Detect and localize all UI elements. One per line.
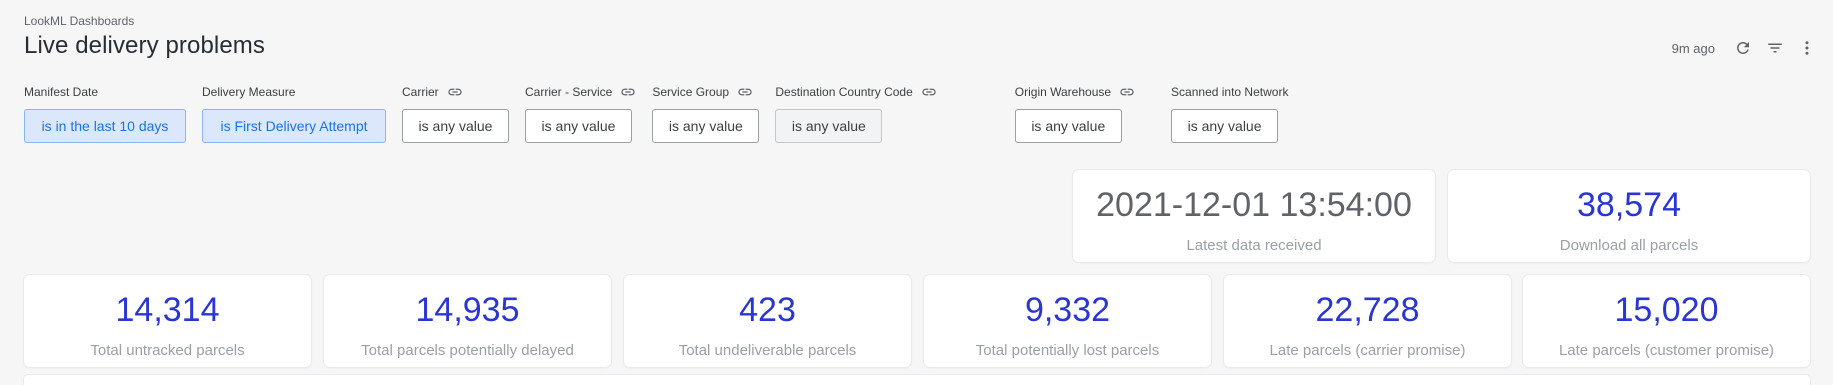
filter-value-button[interactable]: is in the last 10 days [24, 109, 186, 143]
filter-value-button[interactable]: is any value [525, 109, 632, 143]
link-icon[interactable] [1119, 84, 1135, 100]
filter-value-button[interactable]: is any value [652, 109, 760, 143]
filter-label-text: Carrier - Service [525, 85, 613, 99]
last-refreshed-text: 9m ago [1671, 40, 1715, 56]
kpi-tile-late-customer[interactable]: 15,020 Late parcels (customer promise) [1523, 275, 1810, 367]
latest-data-tile[interactable]: 2021-12-01 13:54:00 Latest data received [1073, 170, 1435, 262]
filter-origin-warehouse: Origin Warehouse is any value [1014, 84, 1135, 143]
tile-value: 38,574 [1577, 186, 1681, 224]
link-icon[interactable] [737, 84, 753, 100]
link-icon[interactable] [620, 84, 636, 100]
filter-label-text: Carrier [402, 85, 439, 99]
tile-label: Total parcels potentially delayed [361, 342, 574, 359]
filter-bar: Manifest Date is in the last 10 days Del… [24, 84, 1304, 143]
filter-label: Carrier [402, 84, 509, 100]
tile-value: 15,020 [1614, 291, 1719, 329]
filter-delivery-measure: Delivery Measure is First Delivery Attem… [202, 84, 386, 143]
filter-destination-country-code: Destination Country Code is any value [775, 84, 936, 143]
kpi-tile-undeliverable[interactable]: 423 Total undeliverable parcels [624, 275, 911, 367]
dashboard-header: LookML Dashboards Live delivery problems… [0, 0, 1833, 72]
filter-value-button[interactable]: is First Delivery Attempt [202, 109, 386, 143]
filter-label: Scanned into Network [1171, 84, 1288, 100]
header-actions: 9m ago [1672, 36, 1819, 60]
next-tile-edge [24, 375, 1810, 385]
filter-label: Carrier - Service [525, 84, 636, 100]
filter-label: Service Group [652, 84, 759, 100]
filter-label-text: Delivery Measure [202, 85, 296, 99]
tile-value: 9,332 [1024, 291, 1111, 329]
filter-label: Delivery Measure [202, 84, 386, 100]
kpi-tile-potentially-delayed[interactable]: 14,935 Total parcels potentially delayed [324, 275, 611, 367]
filter-value-button[interactable]: is any value [402, 109, 509, 143]
filter-label: Origin Warehouse [1015, 84, 1135, 100]
breadcrumb[interactable]: LookML Dashboards [24, 14, 134, 28]
tile-value: 423 [739, 291, 796, 329]
tile-label: Total untracked parcels [90, 342, 245, 359]
tile-label: Total undeliverable parcels [678, 342, 857, 359]
tile-value: 22,728 [1315, 291, 1420, 329]
filter-label: Destination Country Code [775, 84, 936, 100]
tile-label: Latest data received [1186, 237, 1322, 254]
filter-carrier: Carrier is any value [402, 84, 509, 143]
filter-service-group: Service Group is any value [652, 84, 760, 143]
tile-value: 2021-12-01 13:54:00 [1096, 186, 1412, 224]
tile-label: Late parcels (carrier promise) [1269, 342, 1466, 359]
link-icon[interactable] [921, 84, 937, 100]
filter-scanned-into-network: Scanned into Network is any value [1171, 84, 1288, 143]
tile-label: Late parcels (customer promise) [1558, 342, 1775, 359]
tile-label: Download all parcels [1559, 237, 1699, 254]
filter-label-text: Service Group [652, 85, 730, 99]
filter-label: Manifest Date [24, 84, 186, 100]
more-vert-icon[interactable] [1795, 36, 1819, 60]
filter-carrier-service: Carrier - Service is any value [525, 84, 636, 143]
filter-label-text: Destination Country Code [775, 85, 913, 99]
filter-value-button[interactable]: is any value [1014, 109, 1122, 143]
kpi-tile-late-carrier[interactable]: 22,728 Late parcels (carrier promise) [1224, 275, 1511, 367]
link-icon[interactable] [447, 84, 463, 100]
filter-value-button[interactable]: is any value [1171, 109, 1279, 143]
filter-label-text: Origin Warehouse [1014, 85, 1112, 99]
filter-manifest-date: Manifest Date is in the last 10 days [24, 84, 186, 143]
refresh-icon[interactable] [1731, 36, 1755, 60]
filter-label-text: Manifest Date [24, 85, 99, 99]
tile-value: 14,935 [415, 291, 520, 329]
kpi-tile-untracked[interactable]: 14,314 Total untracked parcels [24, 275, 311, 367]
tile-label: Total potentially lost parcels [975, 342, 1160, 359]
kpi-tile-potentially-lost[interactable]: 9,332 Total potentially lost parcels [924, 275, 1211, 367]
page-title: Live delivery problems [24, 32, 265, 59]
filter-value-button[interactable]: is any value [775, 109, 883, 143]
tile-value: 14,314 [115, 291, 220, 329]
download-all-parcels-tile[interactable]: 38,574 Download all parcels [1448, 170, 1810, 262]
filter-label-text: Scanned into Network [1171, 85, 1289, 99]
filter-icon[interactable] [1763, 36, 1787, 60]
